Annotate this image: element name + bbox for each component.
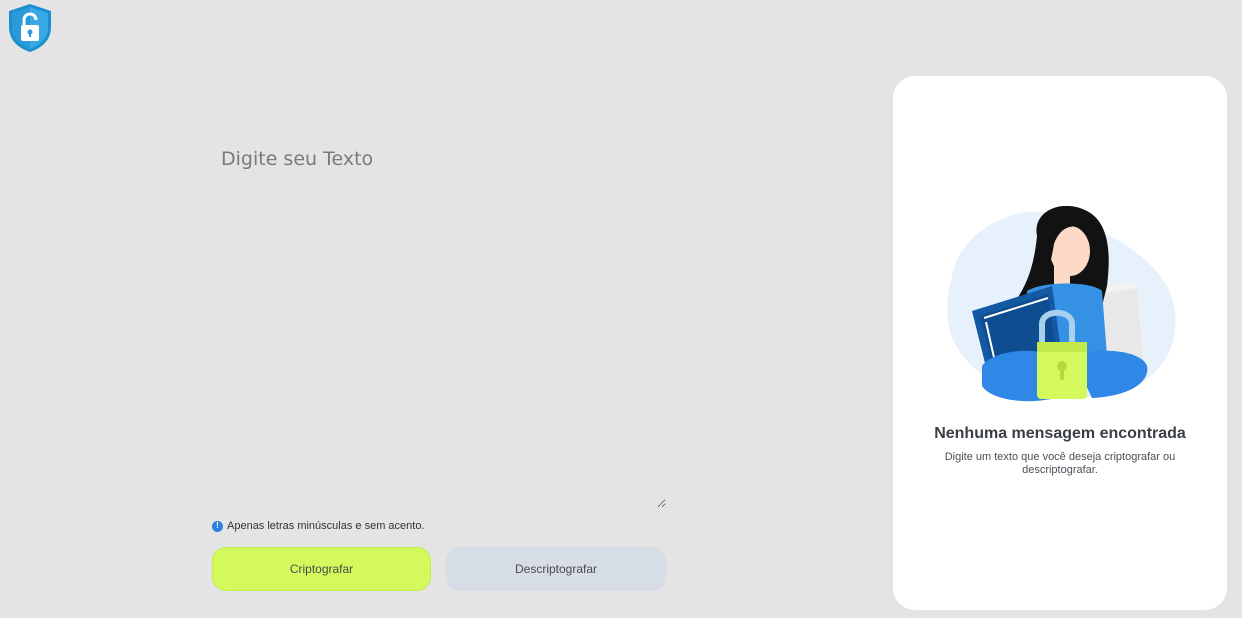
decrypt-button[interactable]: Descriptografar — [446, 547, 666, 591]
output-panel: Nenhuma mensagem encontrada Digite um te… — [893, 76, 1227, 610]
hint-text: Apenas letras minúsculas e sem acento. — [227, 520, 425, 532]
empty-state-description: Digite um texto que você deseja criptogr… — [944, 451, 1176, 476]
info-icon: ! — [212, 520, 223, 532]
empty-state-title: Nenhuma mensagem encontrada — [934, 425, 1186, 442]
shield-lock-icon — [9, 4, 51, 52]
message-input[interactable] — [212, 140, 666, 508]
woman-with-padlock-illustration — [947, 206, 1176, 402]
encrypt-button[interactable]: Criptografar — [212, 547, 431, 591]
input-hint: ! Apenas letras minúsculas e sem acento. — [212, 520, 425, 532]
